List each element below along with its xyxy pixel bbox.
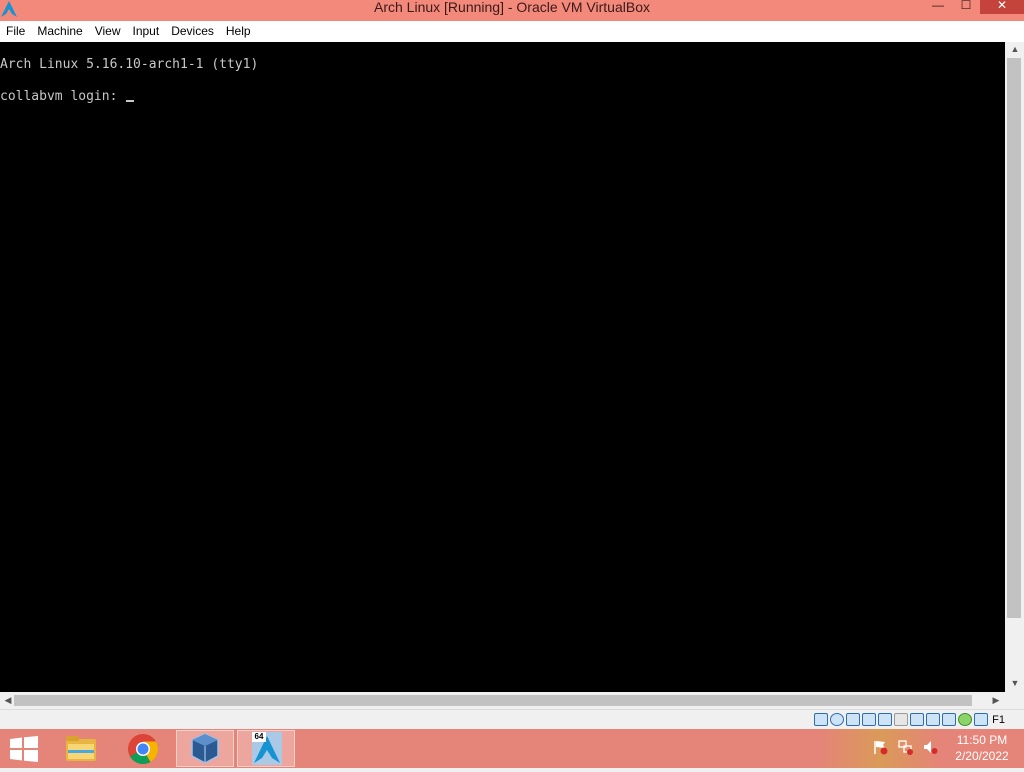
guest-additions-icon[interactable] [958, 713, 973, 726]
menu-help[interactable]: Help [220, 21, 257, 42]
scroll-right-arrow-icon[interactable]: ▶ [988, 695, 1004, 706]
arch-linux-vm-icon [252, 732, 282, 765]
status-icons: F1 [812, 713, 1005, 726]
text-cursor [126, 100, 135, 102]
minimize-button[interactable]: — [924, 0, 952, 14]
console-line-kernel: Arch Linux 5.16.10-arch1-1 (tty1) [0, 57, 259, 72]
vm-status-bar: F1 [0, 709, 1024, 730]
close-button[interactable]: ✕ [980, 0, 1024, 14]
file-explorer-icon [66, 736, 96, 761]
video-capture-icon[interactable] [926, 713, 941, 726]
window-titlebar[interactable]: Arch Linux [Running] - Oracle VM Virtual… [0, 0, 1024, 21]
menu-input[interactable]: Input [127, 21, 166, 42]
virtualbox-icon [191, 733, 219, 764]
audio-icon[interactable] [846, 713, 861, 726]
optical-drive-icon[interactable] [830, 713, 845, 726]
action-center-flag-icon[interactable] [872, 739, 888, 755]
taskbar-clock[interactable]: 11:50 PM 2/20/2022 [942, 732, 1022, 764]
menu-bar: File Machine View Input Devices Help [0, 21, 1024, 42]
maximize-button[interactable]: ☐ [952, 0, 980, 14]
system-tray [872, 739, 947, 755]
menu-machine[interactable]: Machine [31, 21, 88, 42]
window-controls: — ☐ ✕ [924, 0, 1024, 16]
clock-time: 11:50 PM [956, 733, 1008, 747]
shared-folders-icon[interactable] [894, 713, 909, 726]
horizontal-scrollbar[interactable]: ◀ ▶ [0, 692, 1005, 709]
vertical-scrollbar[interactable]: ▲ ▼ [1005, 42, 1024, 692]
virtualization-icon[interactable] [942, 713, 957, 726]
mouse-integration-icon[interactable] [974, 713, 989, 726]
taskbar-virtualbox[interactable] [176, 730, 234, 767]
network-tray-icon[interactable] [897, 739, 913, 755]
horizontal-scroll-thumb[interactable] [14, 695, 972, 706]
scroll-down-arrow-icon[interactable]: ▼ [1007, 678, 1023, 688]
windows-start-icon[interactable] [9, 736, 39, 762]
clock-date: 2/20/2022 [955, 749, 1009, 763]
taskbar-arch-vm[interactable]: 64 [237, 730, 295, 767]
usb-icon[interactable] [878, 713, 893, 726]
menu-view[interactable]: View [89, 21, 127, 42]
taskbar: 64 11:50 PM 2/20/2022 [0, 729, 1024, 768]
scroll-up-arrow-icon[interactable]: ▲ [1007, 44, 1023, 54]
console-line-login: collabvm login: [0, 89, 135, 105]
window-title: Arch Linux [Running] - Oracle VM Virtual… [374, 0, 650, 15]
chrome-icon [128, 734, 158, 765]
vm-console-screen[interactable]: Arch Linux 5.16.10-arch1-1 (tty1) collab… [0, 42, 1005, 692]
network-icon[interactable] [862, 713, 877, 726]
scrollbar-corner [1005, 692, 1024, 709]
volume-muted-icon[interactable] [922, 739, 938, 755]
menu-devices[interactable]: Devices [165, 21, 220, 42]
taskbar-file-explorer[interactable] [52, 730, 110, 767]
hard-disk-icon[interactable] [814, 713, 829, 726]
arch-64-badge: 64 [254, 732, 264, 741]
taskbar-chrome[interactable] [114, 730, 172, 767]
host-key-label[interactable]: F1 [992, 714, 1005, 726]
menu-file[interactable]: File [0, 21, 31, 42]
login-prompt: collabvm login: [0, 89, 126, 104]
vertical-scroll-thumb[interactable] [1007, 58, 1021, 618]
display-icon[interactable] [910, 713, 925, 726]
